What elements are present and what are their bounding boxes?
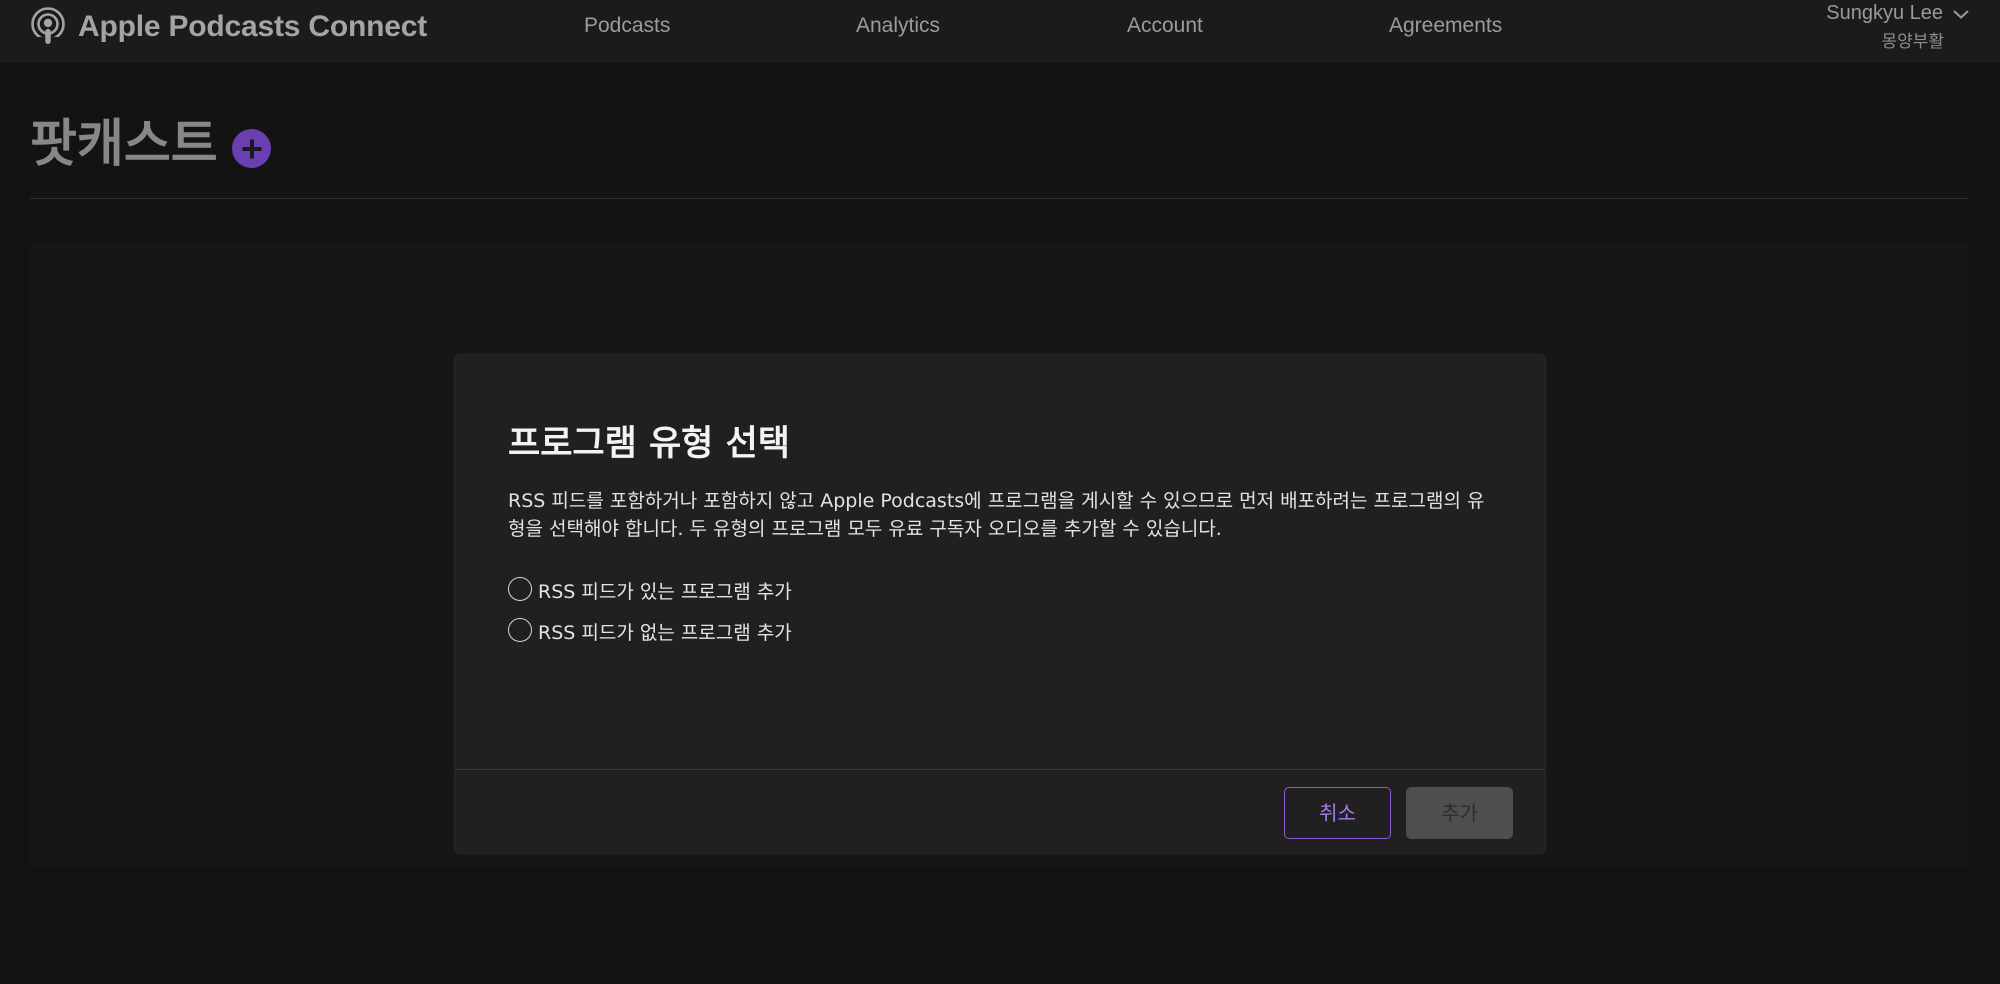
header-divider bbox=[30, 198, 1969, 199]
user-menu[interactable]: Sungkyu Lee 몽양부활 bbox=[1826, 2, 1970, 52]
radio-with-rss[interactable] bbox=[508, 576, 532, 601]
option-without-rss[interactable]: RSS 피드가 없는 프로그램 추가 bbox=[508, 617, 792, 645]
nav-agreements[interactable]: Agreements bbox=[1389, 14, 1502, 38]
program-type-modal: 프로그램 유형 선택 RSS 피드를 포함하거나 포함하지 않고 Apple P… bbox=[455, 355, 1545, 853]
nav-account[interactable]: Account bbox=[1127, 14, 1203, 38]
page-title: 팟캐스트 bbox=[30, 115, 218, 174]
brand-name: Apple Podcasts Connect bbox=[78, 10, 427, 43]
option-with-rss-label: RSS 피드가 있는 프로그램 추가 bbox=[538, 581, 792, 603]
modal-footer-divider bbox=[455, 769, 1545, 770]
option-with-rss[interactable]: RSS 피드가 있는 프로그램 추가 bbox=[508, 576, 792, 604]
radio-without-rss[interactable] bbox=[508, 617, 532, 642]
option-without-rss-label: RSS 피드가 없는 프로그램 추가 bbox=[538, 622, 792, 644]
podcasts-icon bbox=[31, 7, 65, 45]
brand[interactable]: Apple Podcasts Connect bbox=[30, 7, 427, 47]
modal-description-line-1: RSS 피드를 포함하거나 포함하지 않고 Apple Podcasts에 프로… bbox=[508, 490, 1485, 512]
user-name: Sungkyu Lee bbox=[1826, 2, 1943, 24]
nav-analytics[interactable]: Analytics bbox=[856, 14, 940, 38]
cancel-button[interactable]: 취소 bbox=[1284, 787, 1391, 839]
modal-description-line-2: 형을 선택해야 합니다. 두 유형의 프로그램 모두 유료 구독자 오디오를 추… bbox=[508, 518, 1222, 540]
add-button[interactable]: 추가 bbox=[1406, 787, 1513, 839]
modal-title: 프로그램 유형 선택 bbox=[508, 424, 790, 464]
plus-circle-icon[interactable] bbox=[232, 129, 271, 168]
nav-podcasts[interactable]: Podcasts bbox=[584, 14, 670, 38]
top-navigation-bar: Apple Podcasts Connect Podcasts Analytic… bbox=[0, 0, 2000, 62]
modal-description: RSS 피드를 포함하거나 포함하지 않고 Apple Podcasts에 프로… bbox=[508, 487, 1503, 543]
user-subtitle: 몽양부활 bbox=[1881, 32, 1944, 52]
chevron-down-icon bbox=[1953, 9, 1969, 19]
